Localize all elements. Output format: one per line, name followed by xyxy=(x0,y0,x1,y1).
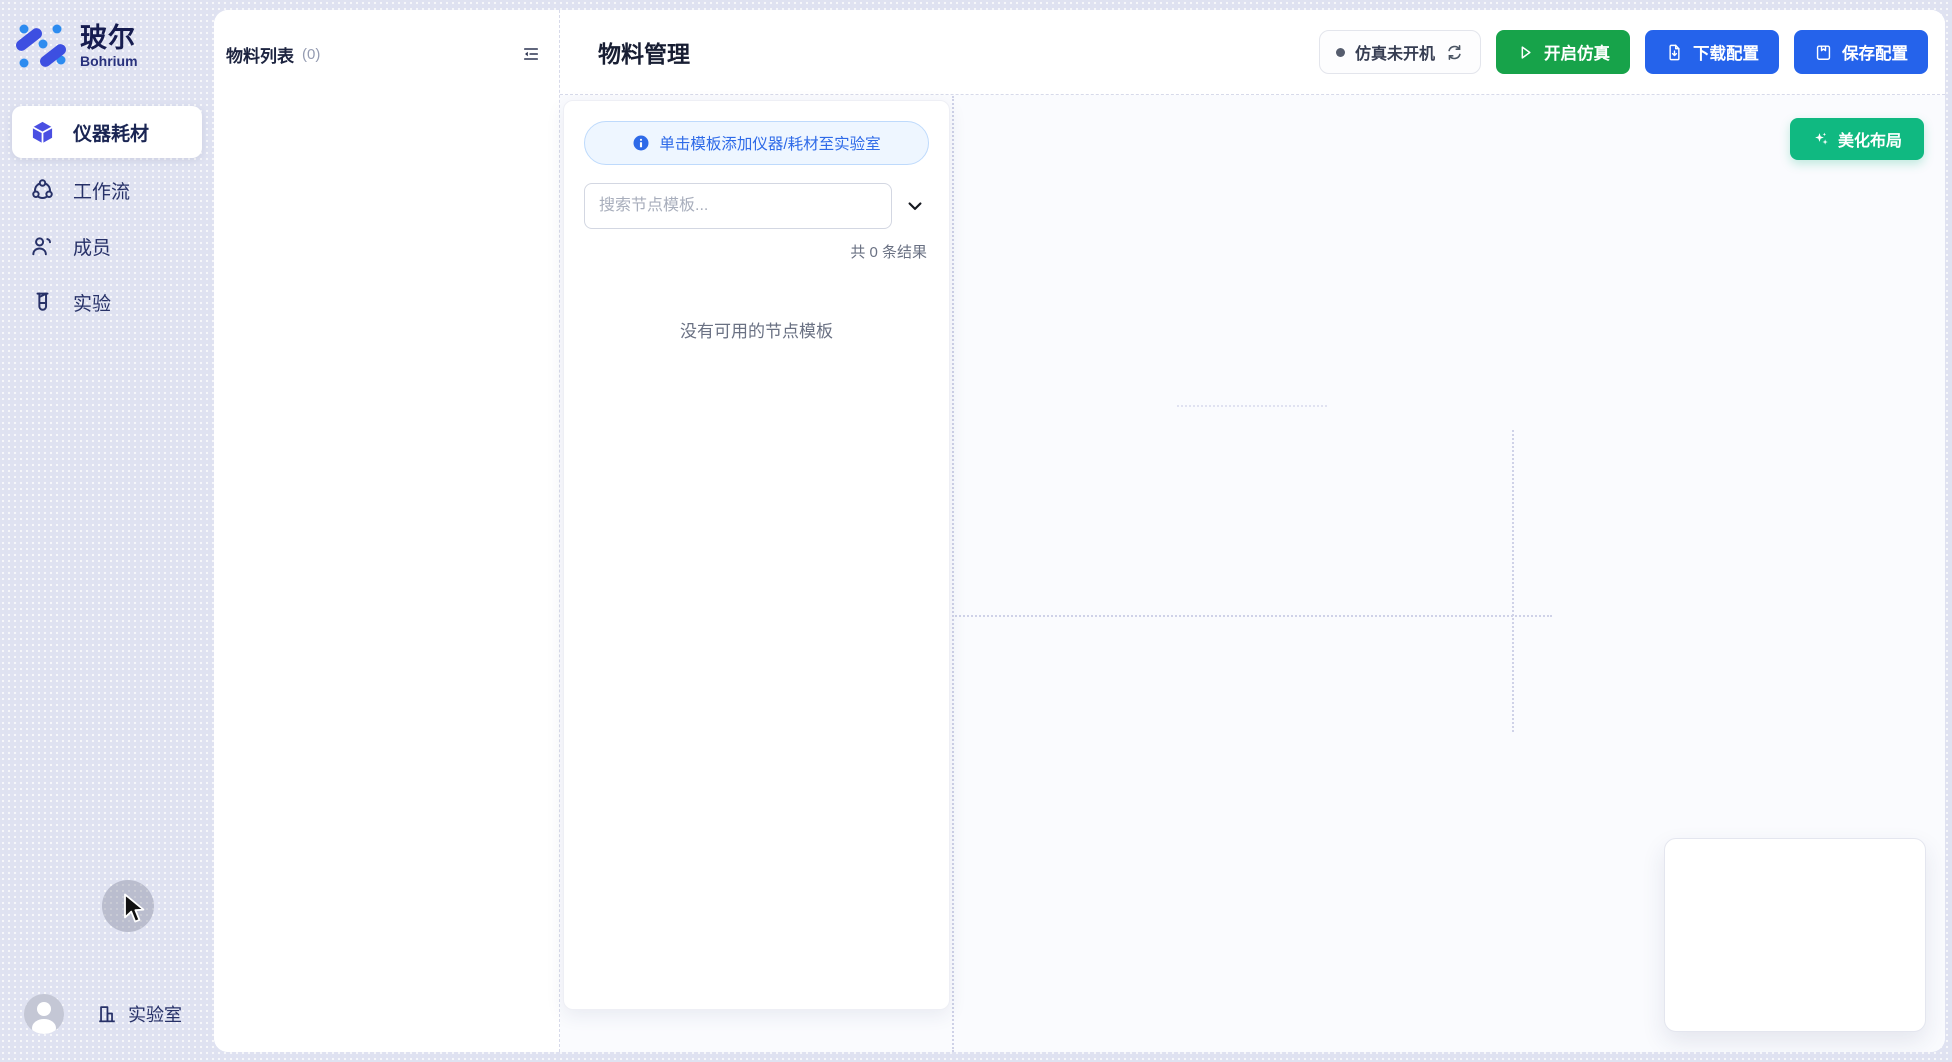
lab-switcher[interactable]: 实验室 xyxy=(96,1001,182,1027)
mouse-cursor xyxy=(122,893,148,927)
beautify-layout-label: 美化布局 xyxy=(1838,127,1902,151)
info-banner: 单击模板添加仪器/耗材至实验室 xyxy=(584,121,929,165)
collapse-panel-button[interactable] xyxy=(519,42,543,66)
header-actions: 仿真未开机 开启仿真 xyxy=(1319,30,1928,74)
save-config-button[interactable]: 保存配置 xyxy=(1794,30,1928,74)
play-icon xyxy=(1516,43,1535,62)
status-dot-icon xyxy=(1336,48,1345,57)
lab-label: 实验室 xyxy=(128,1001,182,1027)
save-config-label: 保存配置 xyxy=(1842,40,1908,64)
start-simulation-label: 开启仿真 xyxy=(1544,40,1610,64)
canvas-guide-horizontal-faint xyxy=(1177,405,1327,407)
content-container: 物料列表 (0) 物料管理 仿真未开机 xyxy=(214,10,1945,1052)
main-header: 物料管理 仿真未开机 开启仿真 xyxy=(560,10,1945,95)
sparkles-icon xyxy=(1812,130,1830,148)
canvas-guide-vertical-left xyxy=(952,96,954,1052)
page-title: 物料管理 xyxy=(598,35,690,69)
cube-icon xyxy=(30,120,55,145)
material-list-count: (0) xyxy=(302,46,320,63)
brand-text: 玻尔 Bohrium xyxy=(80,23,138,69)
simulation-status-label: 仿真未开机 xyxy=(1355,40,1435,64)
node-template-panel: 单击模板添加仪器/耗材至实验室 共 0 条结果 没有可用的节点模板 xyxy=(563,100,950,1010)
brand: 玻尔 Bohrium xyxy=(0,0,214,72)
empty-state-text: 没有可用的节点模板 xyxy=(584,317,929,342)
sidebar-user-section: 实验室 xyxy=(0,994,214,1034)
canvas-guide-horizontal xyxy=(952,615,1552,617)
brand-subtitle: Bohrium xyxy=(80,53,138,69)
simulation-status-pill: 仿真未开机 xyxy=(1319,30,1481,74)
info-banner-text: 单击模板添加仪器/耗材至实验室 xyxy=(659,132,880,154)
sidebar-item-label: 仪器耗材 xyxy=(73,119,149,146)
bookmark-save-icon xyxy=(1814,43,1833,62)
brand-name: 玻尔 xyxy=(80,23,138,53)
workflow-icon xyxy=(30,178,55,203)
expand-templates-button[interactable] xyxy=(901,192,929,220)
material-list-header: 物料列表 (0) xyxy=(214,10,559,68)
sidebar-nav: 仪器耗材 工作流 成员 xyxy=(0,106,214,330)
experiment-icon xyxy=(30,290,55,315)
material-list-panel: 物料列表 (0) xyxy=(214,10,560,1052)
app-root: { "brand": { "name": "玻尔", "subtitle": "… xyxy=(0,0,1952,1062)
result-count: 共 0 条结果 xyxy=(584,241,929,262)
sidebar-item-label: 实验 xyxy=(73,289,111,316)
minimap-panel[interactable] xyxy=(1664,838,1926,1032)
start-simulation-button[interactable]: 开启仿真 xyxy=(1496,30,1630,74)
search-row xyxy=(584,183,929,229)
sidebar-item-members[interactable]: 成员 xyxy=(0,218,214,274)
download-config-label: 下载配置 xyxy=(1693,40,1759,64)
info-icon xyxy=(632,134,650,152)
file-download-icon xyxy=(1665,43,1684,62)
person-icon xyxy=(24,994,64,1034)
avatar[interactable] xyxy=(24,994,64,1034)
members-icon xyxy=(30,234,55,259)
material-list-title: 物料列表 xyxy=(226,42,294,67)
refresh-icon[interactable] xyxy=(1445,43,1464,62)
sidebar-item-workflow[interactable]: 工作流 xyxy=(0,162,214,218)
menu-fold-icon xyxy=(521,44,541,64)
canvas-guide-vertical-right xyxy=(1512,430,1514,732)
beautify-layout-button[interactable]: 美化布局 xyxy=(1790,118,1924,160)
bohrium-logo-icon xyxy=(16,20,68,72)
building-icon xyxy=(96,1003,118,1025)
search-input[interactable] xyxy=(584,183,892,229)
chevron-down-icon xyxy=(905,196,925,216)
sidebar-item-experiments[interactable]: 实验 xyxy=(0,274,214,330)
sidebar-item-label: 成员 xyxy=(73,233,111,260)
sidebar-item-instruments[interactable]: 仪器耗材 xyxy=(12,106,202,158)
download-config-button[interactable]: 下载配置 xyxy=(1645,30,1779,74)
sidebar-item-label: 工作流 xyxy=(73,177,130,204)
